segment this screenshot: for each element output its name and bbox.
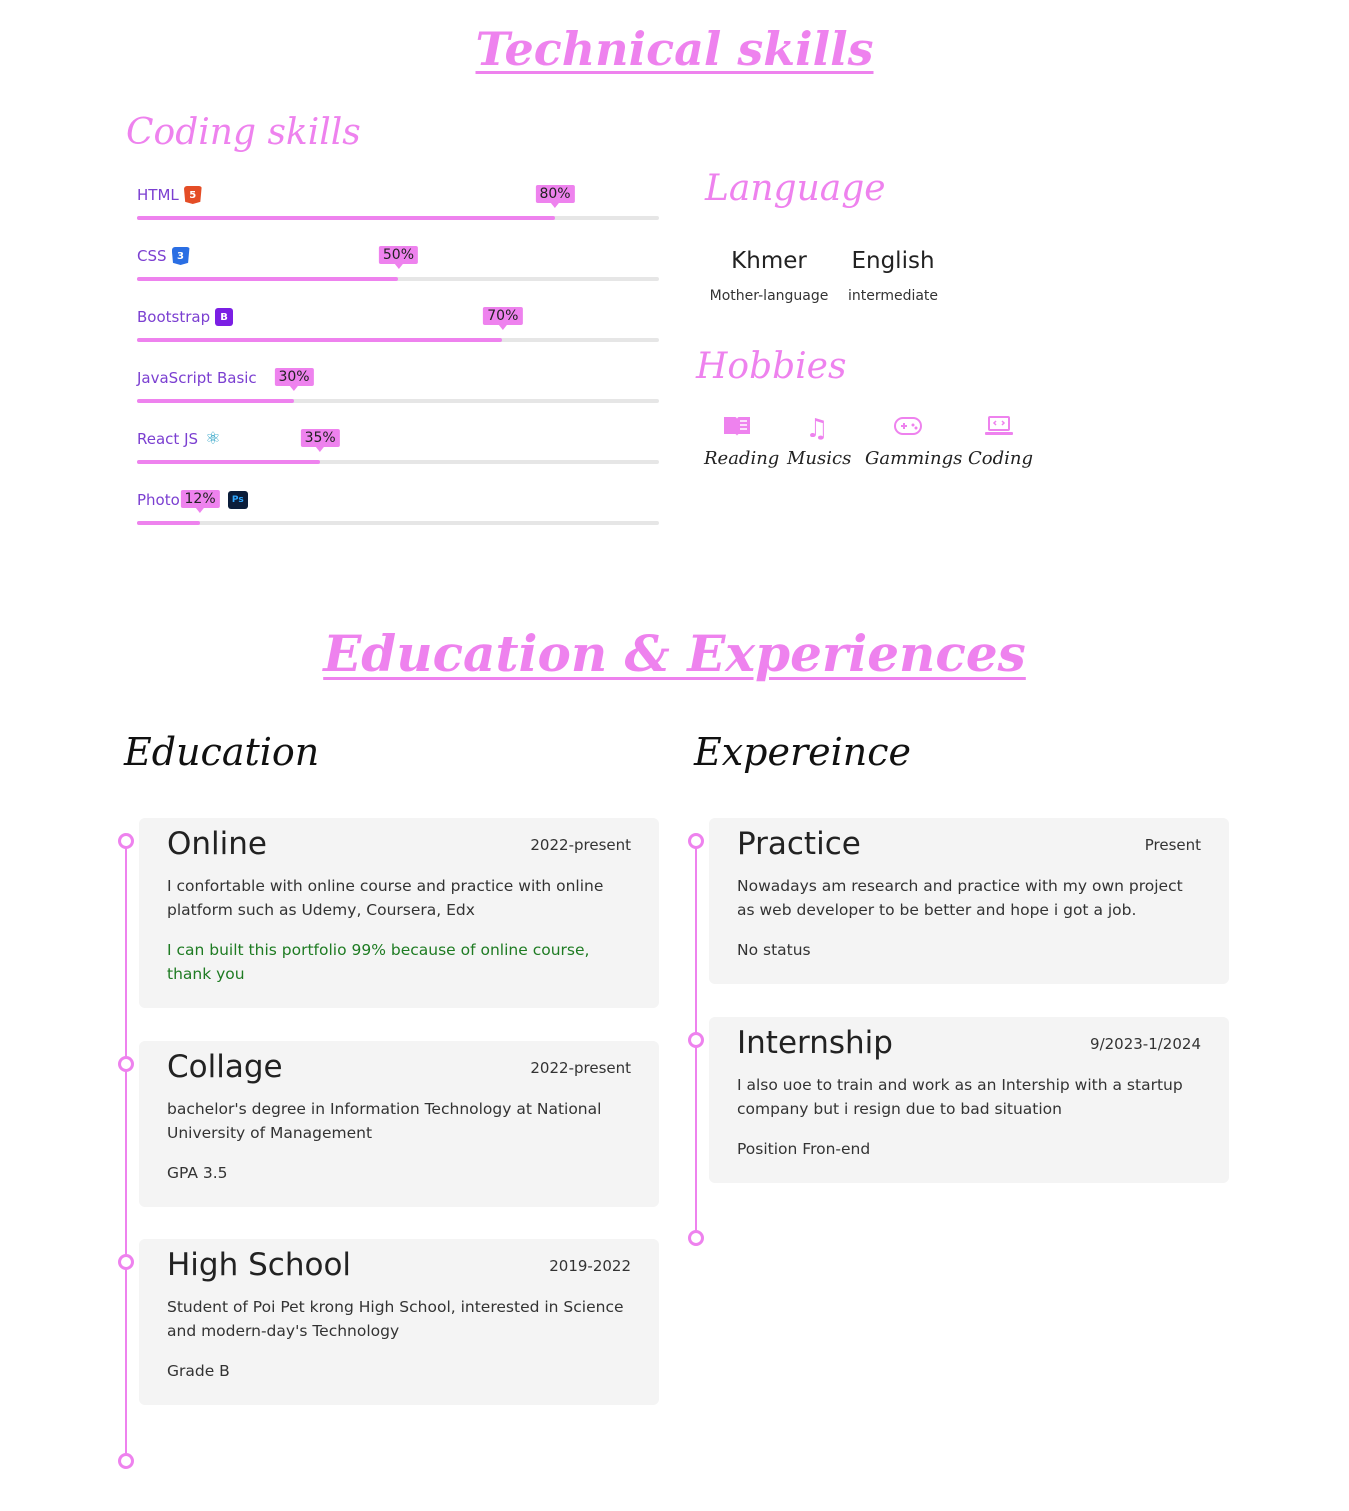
coding-skills-heading: Coding skills — [126, 112, 361, 153]
music-note-icon: ♫ — [805, 414, 829, 444]
photoshop-icon: Ps — [227, 491, 248, 509]
hobby-label: Gammings — [865, 448, 963, 469]
education-card-high-school: High School 2019-2022 Student of Poi Pet… — [139, 1239, 659, 1405]
card-note: No status — [737, 941, 811, 959]
skill-bar-fill — [137, 216, 555, 220]
skill-percent-badge: 35% — [300, 429, 340, 452]
skill-label: Photo — [137, 491, 180, 509]
timeline-dot — [118, 1254, 134, 1270]
language-item-english: English intermediate — [846, 248, 940, 304]
language-name: Khmer — [731, 248, 807, 274]
skill-bar-fill — [137, 338, 503, 342]
skill-percent-badge: 50% — [378, 246, 418, 269]
hobby-label: Coding — [968, 448, 1034, 469]
skill-percent-badge: 12% — [180, 490, 220, 513]
education-heading: Education — [124, 730, 320, 774]
skill-bar-fill — [137, 399, 294, 403]
card-description: Nowadays am research and practice with m… — [737, 877, 1183, 919]
education-card-online: Online 2022-present I confortable with o… — [139, 818, 659, 1008]
language-heading: Language — [705, 168, 886, 209]
skill-percent-badge: 30% — [274, 368, 314, 391]
timeline-dot — [118, 833, 134, 849]
skill-bar-fill — [137, 277, 398, 281]
skill-bar-track — [137, 338, 659, 342]
react-icon: ⚛ — [205, 429, 221, 449]
hobby-label: Reading — [704, 448, 780, 469]
skill-bar-track — [137, 460, 659, 464]
education-timeline-line — [125, 840, 127, 1461]
timeline-dot — [688, 1230, 704, 1246]
card-title: Online — [167, 826, 267, 862]
experience-card-practice: Practice Present Nowadays am research an… — [709, 818, 1229, 984]
css3-icon: 3 — [171, 247, 190, 265]
laptop-code-icon — [968, 414, 1030, 444]
card-title: Internship — [737, 1025, 893, 1061]
skill-bar-track — [137, 521, 659, 525]
card-note: Position Fron-end — [737, 1140, 871, 1158]
education-experiences-heading: Education & Experiences — [323, 624, 1026, 683]
card-description: Student of Poi Pet krong High School, in… — [167, 1298, 624, 1340]
card-title: High School — [167, 1247, 352, 1283]
skill-percent-badge: 70% — [483, 307, 523, 330]
hobbies-heading: Hobbies — [696, 346, 847, 387]
experience-heading: Expereince — [694, 730, 912, 774]
language-level: intermediate — [847, 288, 939, 304]
gamepad-icon — [865, 414, 951, 444]
card-note: I can built this portfolio 99% because o… — [167, 941, 590, 983]
language-level: Mother-language — [709, 288, 829, 304]
book-icon — [704, 414, 770, 444]
timeline-dot — [688, 833, 704, 849]
hobby-label: Musics — [787, 448, 852, 469]
hobby-gammings: Gammings — [865, 414, 963, 469]
skill-label: React JS — [137, 430, 199, 448]
education-card-collage: Collage 2022-present bachelor's degree i… — [139, 1041, 659, 1207]
skill-javascript: JavaScript Basic 30% — [137, 368, 659, 403]
bootstrap-icon: B — [215, 308, 234, 326]
card-note: Grade B — [167, 1362, 230, 1380]
timeline-dot — [688, 1032, 704, 1048]
language-item-khmer: Khmer Mother-language — [706, 248, 832, 304]
hobby-coding: Coding — [968, 414, 1034, 469]
skill-bar-track — [137, 399, 659, 403]
timeline-dot — [118, 1056, 134, 1072]
card-description: I confortable with online course and pra… — [167, 877, 604, 919]
card-note: GPA 3.5 — [167, 1164, 228, 1182]
card-description: bachelor's degree in Information Technol… — [167, 1100, 602, 1142]
skill-label: HTML — [137, 186, 179, 204]
skill-bar-fill — [137, 460, 320, 464]
experience-card-internship: Internship 9/2023-1/2024 I also uoe to t… — [709, 1017, 1229, 1183]
card-date: Present — [1144, 836, 1201, 854]
card-date: 2022-present — [530, 836, 631, 854]
html5-icon: 5 — [183, 186, 202, 204]
skill-react: React JS ⚛ 35% — [137, 429, 659, 464]
skill-label: Bootstrap — [137, 308, 211, 326]
card-title: Collage — [167, 1049, 283, 1085]
card-date: 2022-present — [530, 1059, 631, 1077]
card-date: 2019-2022 — [549, 1257, 631, 1275]
timeline-dot — [118, 1453, 134, 1469]
skill-label: CSS — [137, 247, 167, 265]
technical-skills-heading: Technical skills — [475, 22, 874, 76]
language-name: English — [851, 248, 935, 274]
skill-bar-track — [137, 216, 659, 220]
card-title: Practice — [737, 826, 861, 862]
hobby-reading: Reading — [704, 414, 780, 469]
skill-percent-badge: 80% — [535, 185, 575, 208]
skill-css: CSS 3 50% — [137, 246, 659, 281]
skill-photoshop: Photo Ps 12% — [137, 490, 659, 525]
skill-bar-fill — [137, 521, 200, 525]
card-date: 9/2023-1/2024 — [1090, 1035, 1201, 1053]
skill-bootstrap: Bootstrap B 70% — [137, 307, 659, 342]
hobby-musics: ♫ Musics — [787, 414, 852, 469]
skill-html: HTML 5 80% — [137, 185, 659, 220]
skill-label: JavaScript Basic — [137, 369, 257, 387]
card-description: I also uoe to train and work as an Inter… — [737, 1076, 1183, 1118]
skill-bar-track — [137, 277, 659, 281]
